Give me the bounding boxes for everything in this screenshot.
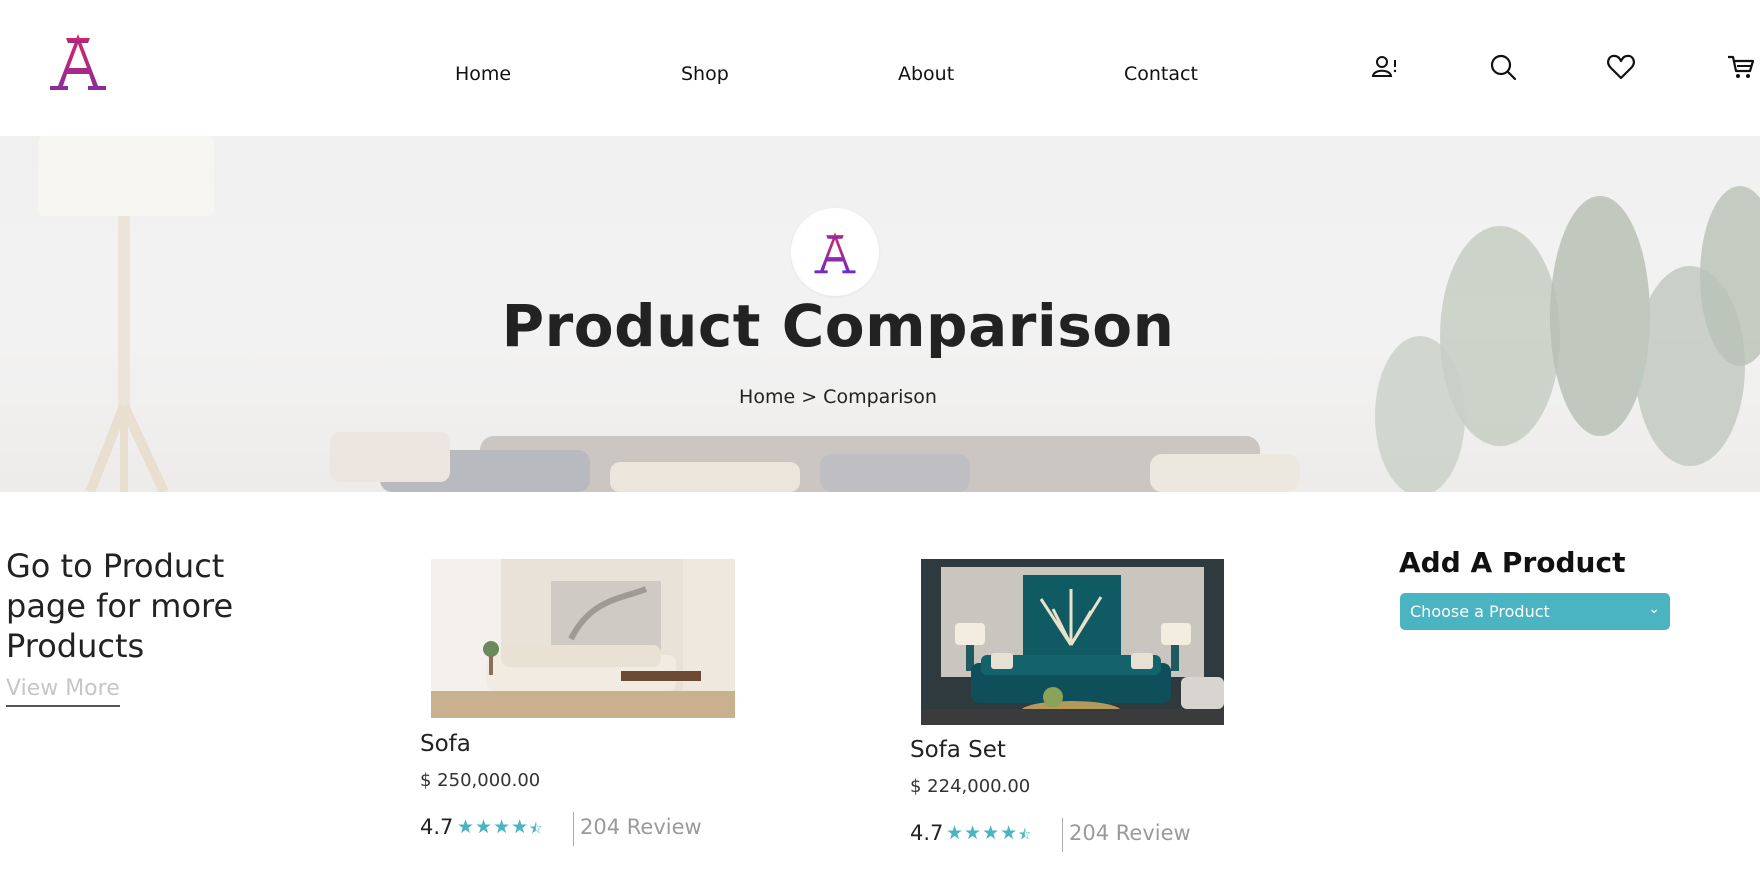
divider <box>1062 818 1063 852</box>
breadcrumb-separator: > <box>801 386 818 408</box>
brand-logo[interactable] <box>48 30 108 92</box>
divider <box>573 812 574 846</box>
select-value: Choose a Product <box>1410 602 1550 621</box>
product-name[interactable]: Sofa Set <box>910 737 1006 763</box>
site-header: Home Shop About Contact <box>0 0 1760 136</box>
add-product-heading: Add A Product <box>1399 546 1626 579</box>
product-rating: 4.7 <box>910 821 944 845</box>
product-price: $ 224,000.00 <box>910 776 1031 797</box>
nav-home[interactable]: Home <box>455 63 511 85</box>
star-icons: ★★★★ <box>946 822 1019 844</box>
product-image-sofa-set[interactable] <box>921 559 1224 725</box>
review-count[interactable]: 204 Review <box>580 815 702 839</box>
breadcrumb: Home > Comparison <box>0 386 1676 408</box>
view-more-link[interactable]: View More <box>6 676 120 707</box>
hero-banner: Product Comparison Home > Comparison <box>0 136 1760 492</box>
product-price: $ 250,000.00 <box>420 770 541 791</box>
rating-stars: ★★★★⯪ <box>457 816 543 842</box>
search-icon[interactable] <box>1488 52 1518 82</box>
promo-heading: Go to Product page for more Products <box>6 547 234 665</box>
rating-stars: ★★★★⯪ <box>946 822 1032 848</box>
review-count[interactable]: 204 Review <box>1069 821 1191 845</box>
nav-shop[interactable]: Shop <box>681 63 729 85</box>
hero-logo-badge <box>791 208 879 296</box>
brand-logo-small <box>814 232 856 274</box>
half-star-icon: ⯪ <box>529 821 544 837</box>
product-rating: 4.7 <box>420 815 454 839</box>
account-icon[interactable] <box>1370 52 1400 82</box>
breadcrumb-home[interactable]: Home <box>739 386 795 408</box>
nav-contact[interactable]: Contact <box>1124 63 1198 85</box>
page-title: Product Comparison <box>501 292 1175 360</box>
product-image-sofa[interactable] <box>431 559 735 718</box>
heart-icon[interactable] <box>1606 52 1636 82</box>
nav-about[interactable]: About <box>898 63 954 85</box>
choose-product-select[interactable]: Choose a Product ⌄ <box>1400 593 1670 630</box>
chevron-down-icon: ⌄ <box>1648 601 1660 617</box>
breadcrumb-current: Comparison <box>823 386 937 408</box>
cart-icon[interactable] <box>1726 52 1756 82</box>
product-name[interactable]: Sofa <box>420 731 471 757</box>
star-icons: ★★★★ <box>457 816 530 838</box>
half-star-icon: ⯪ <box>1018 827 1033 843</box>
